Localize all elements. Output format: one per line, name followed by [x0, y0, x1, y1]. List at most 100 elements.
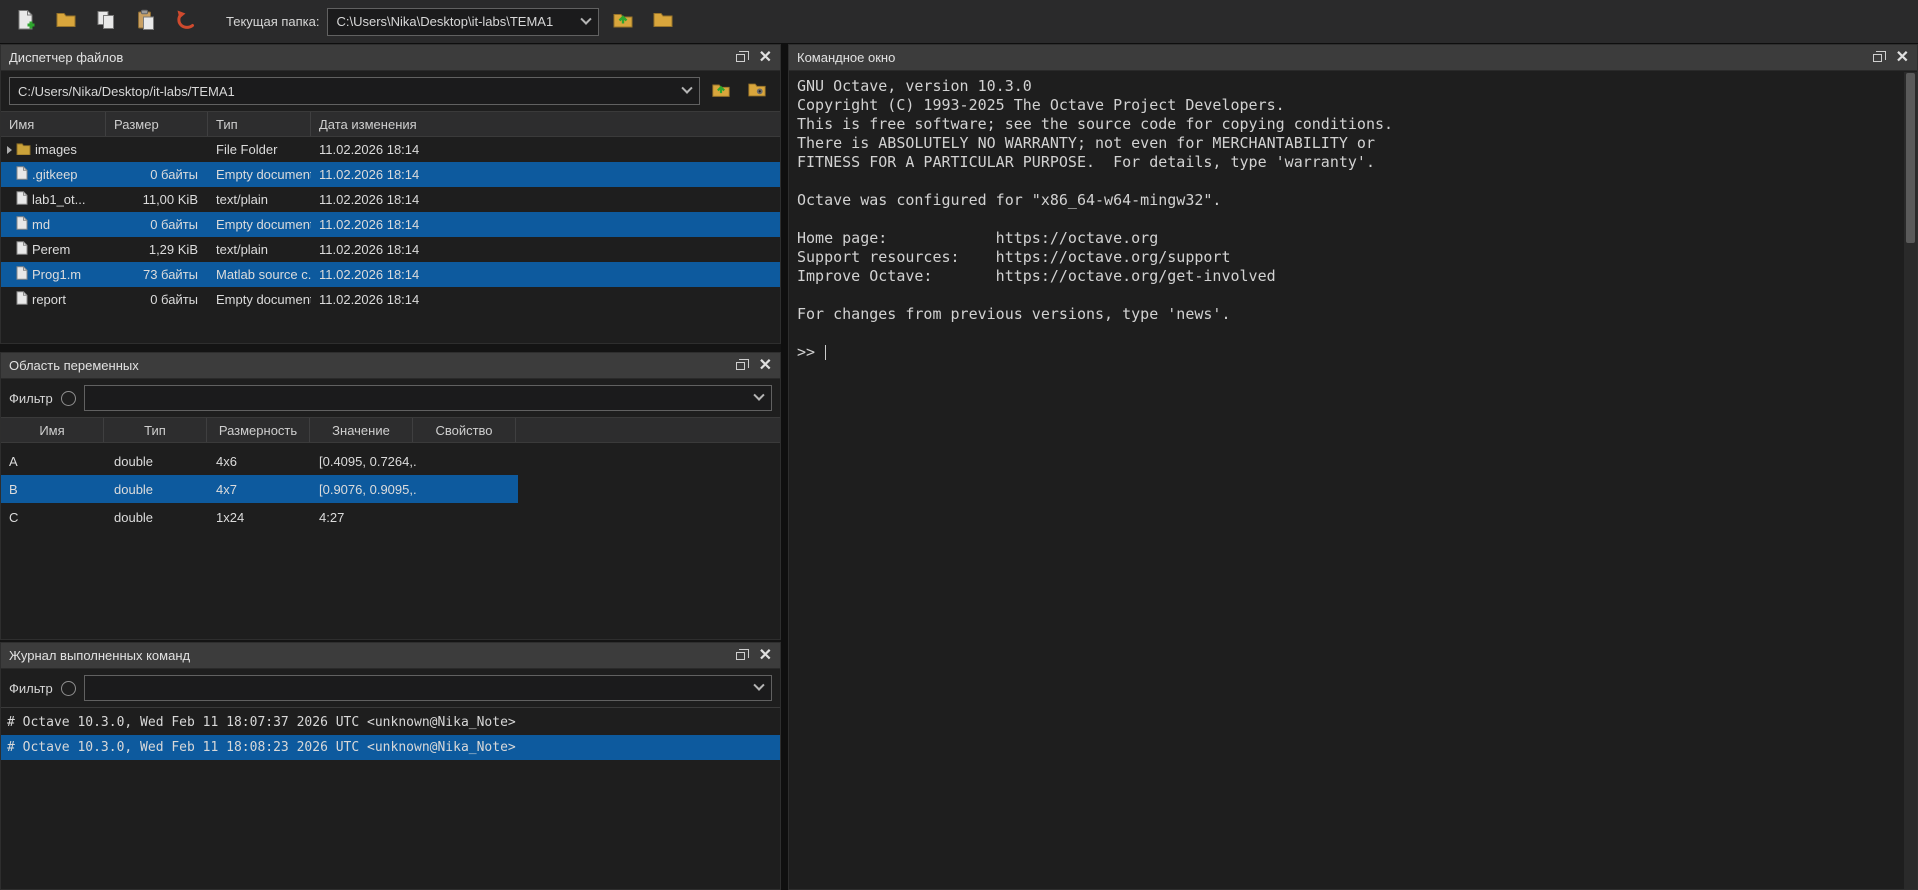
- command-window-line: This is free software; see the source co…: [797, 115, 1901, 134]
- file-name: .gitkeep: [32, 167, 78, 182]
- command-prompt-line[interactable]: >>: [797, 343, 1901, 362]
- expand-arrow-icon[interactable]: [7, 146, 12, 154]
- close-icon[interactable]: ✕: [759, 648, 772, 664]
- file-row[interactable]: Prog1.m 73 байты Matlab source c... 11.0…: [1, 262, 780, 287]
- open-folder-icon: [55, 9, 77, 34]
- column-header-attr[interactable]: Свойство: [413, 418, 516, 442]
- chevron-down-icon: [753, 680, 764, 691]
- variable-value: 4:27: [311, 510, 416, 525]
- command-window-line: [797, 324, 1901, 343]
- file-type: text/plain: [208, 192, 311, 207]
- file-row[interactable]: images File Folder 11.02.2026 18:14: [1, 137, 780, 162]
- workspace-filter-combobox[interactable]: [84, 385, 772, 411]
- command-window-line: [797, 172, 1901, 191]
- fb-folder-actions-button[interactable]: [742, 78, 772, 104]
- file-date: 11.02.2026 18:14: [311, 242, 780, 257]
- file-type: Empty document: [208, 217, 311, 232]
- variable-name: B: [1, 482, 106, 497]
- fb-directory-up-button[interactable]: [706, 78, 736, 104]
- close-icon[interactable]: ✕: [759, 358, 772, 374]
- file-browser-panel: Диспетчер файлов ✕ C:/Users/Nika/Desktop…: [0, 44, 781, 344]
- column-header-date[interactable]: Дата изменения: [311, 112, 780, 136]
- file-row[interactable]: lab1_ot... 11,00 KiB text/plain 11.02.20…: [1, 187, 780, 212]
- file-row[interactable]: report 0 байты Empty document 11.02.2026…: [1, 287, 780, 312]
- variable-value: [0.9076, 0.9095,...: [311, 482, 416, 497]
- command-window-panel: Командное окно ✕ GNU Octave, version 10.…: [788, 44, 1918, 890]
- file-browser-path: C:/Users/Nika/Desktop/it-labs/TEMA1: [18, 84, 235, 99]
- file-name: Perem: [32, 242, 70, 257]
- column-header-type[interactable]: Тип: [104, 418, 207, 442]
- file-type: Matlab source c...: [208, 267, 311, 282]
- column-header-name[interactable]: Имя: [1, 418, 104, 442]
- column-header-type[interactable]: Тип: [208, 112, 311, 136]
- workspace-filter-checkbox[interactable]: [61, 391, 76, 406]
- workspace-filter-row: Фильтр: [1, 379, 780, 417]
- open-file-button[interactable]: [50, 6, 82, 38]
- file-date: 11.02.2026 18:14: [311, 142, 780, 157]
- history-filter-combobox[interactable]: [84, 675, 772, 701]
- current-folder-label: Текущая папка:: [226, 14, 319, 29]
- folder-up-button[interactable]: [607, 6, 639, 38]
- new-script-button[interactable]: [10, 6, 42, 38]
- dock-splitter[interactable]: [781, 44, 788, 890]
- file-row[interactable]: Perem 1,29 KiB text/plain 11.02.2026 18:…: [1, 237, 780, 262]
- chevron-down-icon: [581, 13, 592, 24]
- vertical-scrollbar[interactable]: [1904, 72, 1917, 889]
- file-type: text/plain: [208, 242, 311, 257]
- undo-button[interactable]: [170, 6, 202, 38]
- file-date: 11.02.2026 18:14: [311, 267, 780, 282]
- file-size: 0 байты: [106, 292, 208, 307]
- file-row[interactable]: .gitkeep 0 байты Empty document 11.02.20…: [1, 162, 780, 187]
- scrollbar-thumb[interactable]: [1906, 73, 1915, 243]
- document-icon: [16, 241, 28, 258]
- copy-button[interactable]: [90, 6, 122, 38]
- history-entry[interactable]: # Octave 10.3.0, Wed Feb 11 18:07:37 202…: [1, 710, 780, 735]
- file-size: 0 байты: [106, 217, 208, 232]
- workspace-header[interactable]: Имя Тип Размерность Значение Свойство: [1, 417, 780, 443]
- octave-main-window: Текущая папка: C:\Users\Nika\Desktop\it-…: [0, 0, 1918, 890]
- column-header-size[interactable]: Размер: [106, 112, 208, 136]
- file-browser-toolbar: C:/Users/Nika/Desktop/it-labs/TEMA1: [1, 71, 780, 111]
- undock-icon[interactable]: [736, 652, 745, 660]
- folder-up-icon: [711, 80, 731, 103]
- undock-icon[interactable]: [1873, 54, 1882, 62]
- column-header-dims[interactable]: Размерность: [207, 418, 310, 442]
- undock-icon[interactable]: [736, 54, 745, 62]
- main-area: Диспетчер файлов ✕ C:/Users/Nika/Desktop…: [0, 44, 1918, 890]
- current-folder-combobox[interactable]: C:\Users\Nika\Desktop\it-labs\TEMA1: [327, 8, 599, 36]
- file-browser-header[interactable]: Имя Размер Тип Дата изменения: [1, 111, 780, 137]
- command-history-rows: # Octave 10.3.0, Wed Feb 11 18:07:37 202…: [1, 707, 780, 889]
- close-icon[interactable]: ✕: [1896, 50, 1909, 66]
- command-window-output[interactable]: GNU Octave, version 10.3.0Copyright (C) …: [789, 71, 1917, 889]
- file-name: lab1_ot...: [32, 192, 86, 207]
- close-icon[interactable]: ✕: [759, 50, 772, 66]
- document-icon: [16, 191, 28, 208]
- file-type: Empty document: [208, 292, 311, 307]
- variable-name: A: [1, 454, 106, 469]
- column-header-name[interactable]: Имя: [1, 112, 106, 136]
- command-window-line: Home page: https://octave.org: [797, 229, 1901, 248]
- file-row[interactable]: md 0 байты Empty document 11.02.2026 18:…: [1, 212, 780, 237]
- variable-value: [0.4095, 0.7264,...: [311, 454, 416, 469]
- paste-button[interactable]: [130, 6, 162, 38]
- column-header-value[interactable]: Значение: [310, 418, 413, 442]
- document-icon: [16, 166, 28, 183]
- variable-row[interactable]: B double 4x7 [0.9076, 0.9095,...: [1, 475, 518, 503]
- variable-type: double: [106, 510, 208, 525]
- folder-up-icon: [612, 9, 634, 34]
- command-window-titlebar: Командное окно ✕: [789, 45, 1917, 71]
- folder-settings-icon: [747, 80, 767, 103]
- file-size: 1,29 KiB: [106, 242, 208, 257]
- variable-row[interactable]: A double 4x6 [0.4095, 0.7264,...: [1, 447, 518, 475]
- file-browser-path-combobox[interactable]: C:/Users/Nika/Desktop/it-labs/TEMA1: [9, 77, 700, 105]
- workspace-rows: A double 4x6 [0.4095, 0.7264,... B doubl…: [1, 443, 780, 639]
- undock-icon[interactable]: [736, 362, 745, 370]
- variable-row[interactable]: C double 1x24 4:27: [1, 503, 518, 531]
- variable-type: double: [106, 454, 208, 469]
- history-filter-checkbox[interactable]: [61, 681, 76, 696]
- file-browser-rows: images File Folder 11.02.2026 18:14 .git…: [1, 137, 780, 343]
- history-entry[interactable]: # Octave 10.3.0, Wed Feb 11 18:08:23 202…: [1, 735, 780, 760]
- command-window-line: Octave was configured for "x86_64-w64-mi…: [797, 191, 1901, 210]
- browse-folder-button[interactable]: [647, 6, 679, 38]
- file-name: report: [32, 292, 66, 307]
